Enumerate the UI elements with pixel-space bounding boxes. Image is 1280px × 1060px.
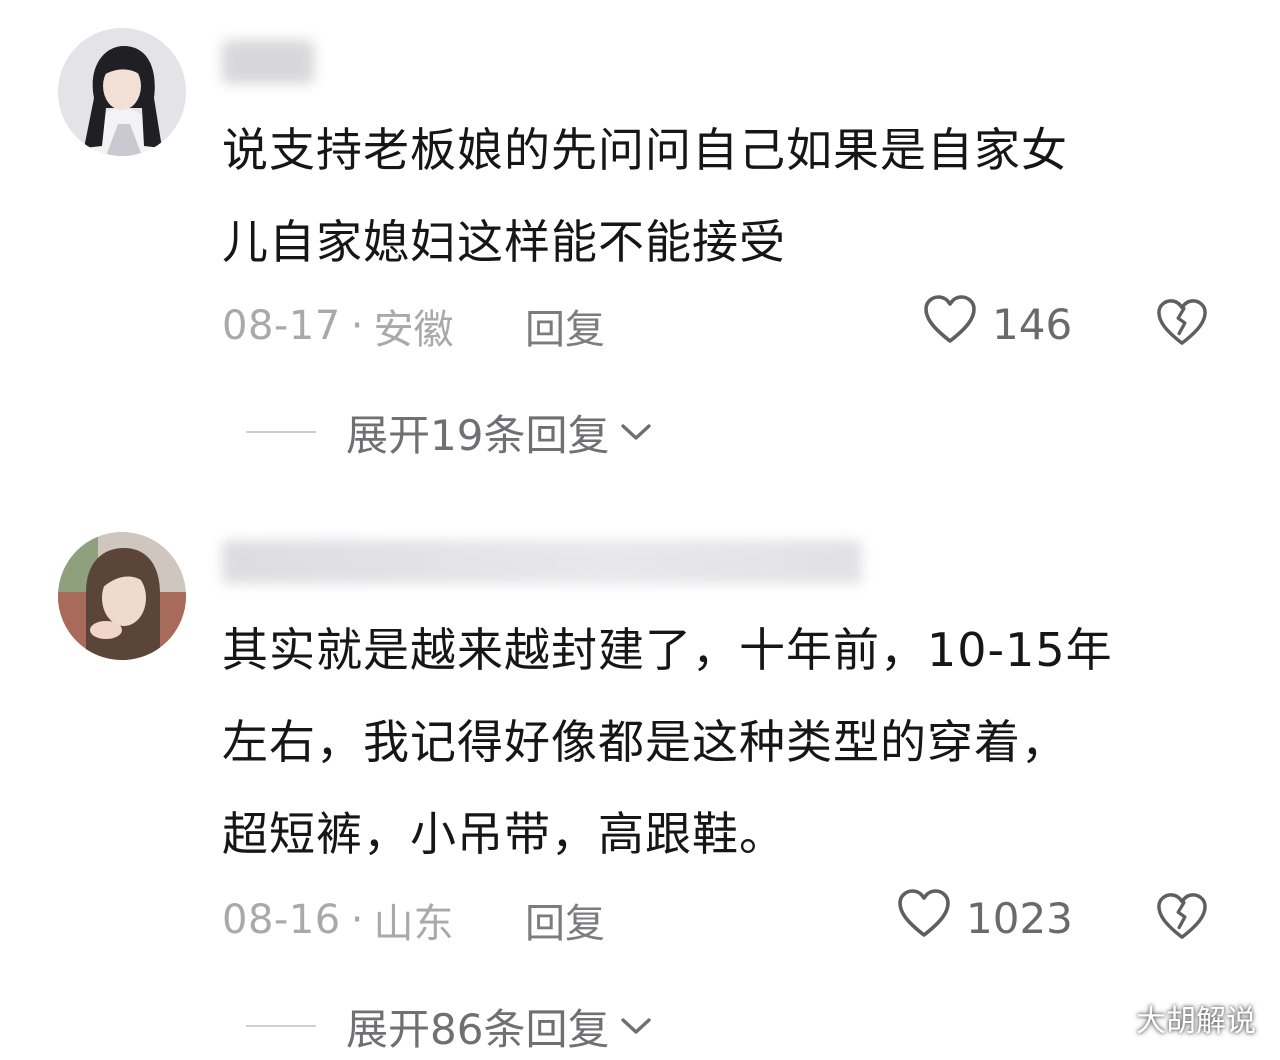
reply-button[interactable]: 回复 xyxy=(525,890,605,950)
dislike-button[interactable] xyxy=(1152,888,1212,948)
reply-label: 回复 xyxy=(525,901,605,947)
comment-item: 其实就是越来越封建了，十年前，10-15年 左右，我记得好像都是这种类型的穿着，… xyxy=(0,500,1280,1060)
dislike-button[interactable] xyxy=(1152,294,1212,354)
comment-location: 安徽 xyxy=(373,307,454,353)
heart-outline-icon xyxy=(922,293,978,355)
chevron-down-icon xyxy=(619,421,653,443)
comment-text: 说支持老板娘的先问问自己如果是自家女 儿自家媳妇这样能不能接受 xyxy=(222,104,1232,288)
username[interactable] xyxy=(222,40,314,84)
comment-location: 山东 xyxy=(373,901,454,947)
comment-text-line: 儿自家媳妇这样能不能接受 xyxy=(222,215,786,269)
comment-text-line: 左右，我记得好像都是这种类型的穿着， xyxy=(222,715,1068,769)
comment-meta: 08-17 · 安徽 xyxy=(222,296,453,356)
comment-text-line: 其实就是越来越封建了，十年前，10-15年 xyxy=(222,623,1113,677)
meta-separator: · xyxy=(350,303,364,349)
divider xyxy=(246,1025,316,1027)
reply-label: 回复 xyxy=(525,307,605,353)
comment-list: 说支持老板娘的先问问自己如果是自家女 儿自家媳妇这样能不能接受 08-17 · … xyxy=(0,0,1280,1060)
meta-separator: · xyxy=(350,897,364,943)
expand-replies-label: 展开19条回复 xyxy=(346,410,610,460)
comment-meta: 08-16 · 山东 xyxy=(222,890,453,950)
divider xyxy=(246,431,316,433)
username[interactable] xyxy=(222,540,862,584)
broken-heart-icon xyxy=(1155,891,1209,945)
like-button[interactable]: 146 xyxy=(922,294,1072,354)
broken-heart-icon xyxy=(1155,297,1209,351)
comment-text: 其实就是越来越封建了，十年前，10-15年 左右，我记得好像都是这种类型的穿着，… xyxy=(222,604,1232,880)
avatar[interactable] xyxy=(58,28,186,156)
comment-date: 08-17 xyxy=(222,303,341,349)
expand-replies[interactable]: 展开19条回复 xyxy=(246,402,653,462)
watermark: 大胡解说 xyxy=(1098,996,1256,1040)
watermark-text: 大胡解说 xyxy=(1136,1004,1256,1039)
like-count: 1023 xyxy=(966,893,1073,943)
like-count: 146 xyxy=(992,299,1073,349)
comment-text-line: 超短裤，小吊带，高跟鞋。 xyxy=(222,807,786,861)
expand-replies-label: 展开86条回复 xyxy=(346,1004,610,1054)
chevron-down-icon xyxy=(619,1015,653,1037)
comment-item: 说支持老板娘的先问问自己如果是自家女 儿自家媳妇这样能不能接受 08-17 · … xyxy=(0,0,1280,500)
comment-text-line: 说支持老板娘的先问问自己如果是自家女 xyxy=(222,123,1068,177)
heart-outline-icon xyxy=(896,887,952,949)
reply-button[interactable]: 回复 xyxy=(525,296,605,356)
comment-date: 08-16 xyxy=(222,897,341,943)
expand-replies[interactable]: 展开86条回复 xyxy=(246,996,653,1056)
avatar[interactable] xyxy=(58,532,186,660)
paw-icon xyxy=(1098,1003,1128,1033)
like-button[interactable]: 1023 xyxy=(896,888,1073,948)
